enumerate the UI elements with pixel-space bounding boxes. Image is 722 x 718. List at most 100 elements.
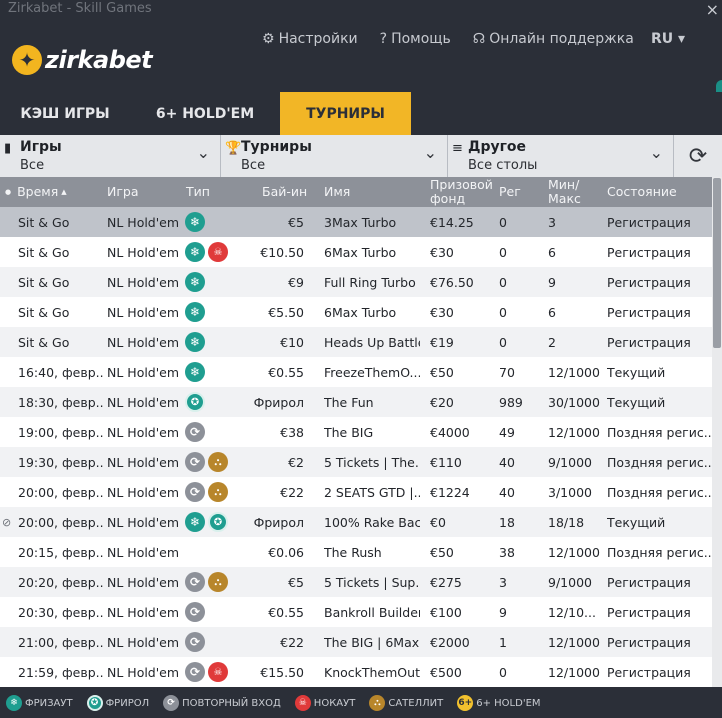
cell-prize: €50 bbox=[430, 364, 454, 380]
sort-asc-icon: ▲ bbox=[61, 188, 67, 196]
legend-label: ФРИРОЛ bbox=[105, 697, 150, 709]
legend-label: ФРИЗАУТ bbox=[25, 697, 73, 709]
cell-reg: 0 bbox=[499, 274, 507, 290]
table-row[interactable]: Sit & Go NL Hold'em ❄ €5.50 6Max Turbo €30 0 6 Р… bbox=[0, 297, 712, 327]
table-row[interactable]: ⊘ 20:00, февр... NL Hold'em ❄ ✪ Фрирол 100% Ra… bbox=[0, 507, 712, 537]
column-time[interactable]: ● Время ▲ bbox=[5, 177, 67, 207]
tab-six-plus-holdem[interactable]: 6+ HOLD'EM bbox=[130, 92, 280, 135]
table-row[interactable]: 21:00, февр... NL Hold'em ⟳ €22 The BIG | 6M… bbox=[0, 627, 712, 657]
table-row[interactable]: 16:40, февр... NL Hold'em ❄ €0.55 FreezeThem… bbox=[0, 357, 712, 387]
table-row[interactable]: 18:30, февр... NL Hold'em ✪ Фрирол The Fun €2… bbox=[0, 387, 712, 417]
freezeout-icon: ❄ bbox=[185, 302, 205, 322]
legend-label: ПОВТОРНЫЙ ВХОД bbox=[182, 697, 281, 709]
gear-icon: ⚙ bbox=[262, 31, 275, 47]
cell-minmax: 6 bbox=[548, 244, 556, 260]
cell-minmax: 12/1000 bbox=[548, 664, 600, 680]
cell-reg: 40 bbox=[499, 484, 515, 500]
language-selector[interactable]: RU ▾ bbox=[651, 31, 685, 47]
games-filter-dropdown[interactable]: ▮ Игры Все ⌄ bbox=[0, 135, 221, 177]
reentry-icon: ⟳ bbox=[185, 422, 205, 442]
cell-prize: €19 bbox=[430, 334, 454, 350]
cell-minmax: 3/1000 bbox=[548, 484, 592, 500]
cell-time: 20:30, февр... bbox=[18, 604, 103, 620]
freeroll-icon: ✪ bbox=[208, 512, 228, 532]
cell-time: 21:59, февр... bbox=[18, 664, 103, 680]
cards-icon: ▮ bbox=[4, 141, 12, 156]
cell-reg: 0 bbox=[499, 664, 507, 680]
cell-reg: 0 bbox=[499, 244, 507, 260]
table-row[interactable]: 19:30, февр... NL Hold'em ⟳ ⛬ €2 5 Tickets | … bbox=[0, 447, 712, 477]
column-type[interactable]: Тип bbox=[186, 177, 210, 207]
cell-game: NL Hold'em bbox=[107, 364, 180, 380]
type-legend: ❄ ФРИЗАУТ ✪ ФРИРОЛ ⟳ ПОВТОРНЫЙ ВХОД ☠ НОКАУТ ⛬ СА… bbox=[0, 688, 722, 718]
cell-game: NL Hold'em bbox=[107, 244, 180, 260]
reentry-icon: ⟳ bbox=[185, 572, 205, 592]
tournaments-filter-dropdown[interactable]: 🏆 Турниры Все ⌄ bbox=[221, 135, 448, 177]
games-filter-label: Игры bbox=[20, 139, 62, 155]
column-reg[interactable]: Рег bbox=[499, 177, 521, 207]
cell-state: Текущий bbox=[607, 514, 666, 530]
column-game[interactable]: Игра bbox=[107, 177, 139, 207]
cell-buyin: €22 bbox=[280, 484, 304, 500]
help-link[interactable]: ? Помощь bbox=[380, 31, 451, 47]
column-name[interactable]: Имя bbox=[324, 177, 350, 207]
tournaments-filter-value: Все bbox=[241, 158, 266, 173]
cell-minmax: 12/1000 bbox=[548, 424, 600, 440]
filter-bar: ▮ Игры Все ⌄ 🏆 Турниры Все ⌄ ≡ Другое Вс… bbox=[0, 135, 722, 177]
chevron-down-icon: ⌄ bbox=[649, 143, 663, 162]
cell-reg: 0 bbox=[499, 334, 507, 350]
freezeout-icon: ❄ bbox=[185, 332, 205, 352]
cell-prize: €30 bbox=[430, 304, 454, 320]
cell-game: NL Hold'em bbox=[107, 514, 180, 530]
table-row[interactable]: 20:15, февр... NL Hold'em €0.06 The Rush €50… bbox=[0, 537, 712, 567]
knockout-icon: ☠ bbox=[294, 695, 311, 711]
zirkabet-logo[interactable]: ✦ zirkabet bbox=[12, 42, 153, 78]
cell-minmax: 9 bbox=[548, 274, 556, 290]
table-row[interactable]: 20:30, февр... NL Hold'em ⟳ €0.55 Bankroll B… bbox=[0, 597, 712, 627]
close-icon[interactable]: × bbox=[706, 0, 719, 19]
cell-minmax: 12/10... bbox=[548, 604, 596, 620]
freeroll-icon: ✪ bbox=[86, 695, 103, 711]
cell-state: Текущий bbox=[607, 364, 666, 380]
support-link[interactable]: ☊ Онлайн поддержка bbox=[473, 31, 634, 47]
tab-cash-games[interactable]: КЭШ ИГРЫ bbox=[0, 92, 130, 135]
cell-name: Heads Up Battle bbox=[324, 334, 420, 350]
table-row[interactable]: 20:20, февр... NL Hold'em ⟳ ⛬ €5 5 Tickets | … bbox=[0, 567, 712, 597]
table-row[interactable]: Sit & Go NL Hold'em ❄ €10 Heads Up Battle €19… bbox=[0, 327, 712, 357]
cell-buyin: €5 bbox=[288, 574, 304, 590]
cell-time: Sit & Go bbox=[18, 334, 70, 350]
scrollbar-thumb[interactable] bbox=[713, 178, 721, 348]
cell-state: Регистрация bbox=[607, 274, 691, 290]
cell-game: NL Hold'em bbox=[107, 394, 180, 410]
table-row[interactable]: 21:59, февр... NL Hold'em ⟳ ☠ €15.50 KnockThe… bbox=[0, 657, 712, 687]
table-row[interactable]: Sit & Go NL Hold'em ❄ €9 Full Ring Turbo €76.… bbox=[0, 267, 712, 297]
cell-name: 100% Rake Bac... bbox=[324, 514, 420, 530]
cell-minmax: 18/18 bbox=[548, 514, 585, 530]
other-filter-dropdown[interactable]: ≡ Другое Все столы ⌄ bbox=[448, 135, 674, 177]
cell-state: Регистрация bbox=[607, 334, 691, 350]
freezeout-icon: ❄ bbox=[185, 242, 205, 262]
cell-state: Регистрация bbox=[607, 304, 691, 320]
legend-item-freeroll: ✪ ФРИРОЛ bbox=[86, 695, 150, 711]
refresh-button[interactable]: ⟳ bbox=[674, 135, 722, 177]
cell-state: Регистрация bbox=[607, 244, 691, 260]
cell-name: FreezeThemO... bbox=[324, 364, 420, 380]
legend-item-satellite: ⛬ САТЕЛЛИТ bbox=[369, 695, 443, 711]
legend-item-knockout: ☠ НОКАУТ bbox=[294, 695, 355, 711]
table-row[interactable]: Sit & Go NL Hold'em ❄ ☠ €10.50 6Max Turbo €30 0… bbox=[0, 237, 712, 267]
column-buyin[interactable]: Бай-ин bbox=[262, 177, 307, 207]
help-label: Помощь bbox=[391, 31, 451, 47]
column-state[interactable]: Состояние bbox=[607, 177, 677, 207]
column-prize[interactable]: Призовой фонд bbox=[430, 177, 493, 207]
cell-reg: 9 bbox=[499, 604, 507, 620]
reentry-icon: ⟳ bbox=[185, 662, 205, 682]
tab-tournaments[interactable]: ТУРНИРЫ bbox=[280, 92, 411, 135]
cell-game: NL Hold'em bbox=[107, 604, 180, 620]
table-row[interactable]: Sit & Go NL Hold'em ❄ €5 3Max Turbo €14.25 0 3 Р… bbox=[0, 207, 712, 237]
table-row[interactable]: 19:00, февр... NL Hold'em ⟳ €38 The BIG €4000… bbox=[0, 417, 712, 447]
table-row[interactable]: 20:00, февр... NL Hold'em ⟳ ⛬ €22 2 SEATS GTD… bbox=[0, 477, 712, 507]
column-minmax[interactable]: Мин/ Макс bbox=[548, 177, 581, 207]
cell-name: 6Max Turbo bbox=[324, 244, 397, 260]
settings-link[interactable]: ⚙ Настройки bbox=[262, 31, 358, 47]
cell-minmax: 12/1000 bbox=[548, 544, 600, 560]
